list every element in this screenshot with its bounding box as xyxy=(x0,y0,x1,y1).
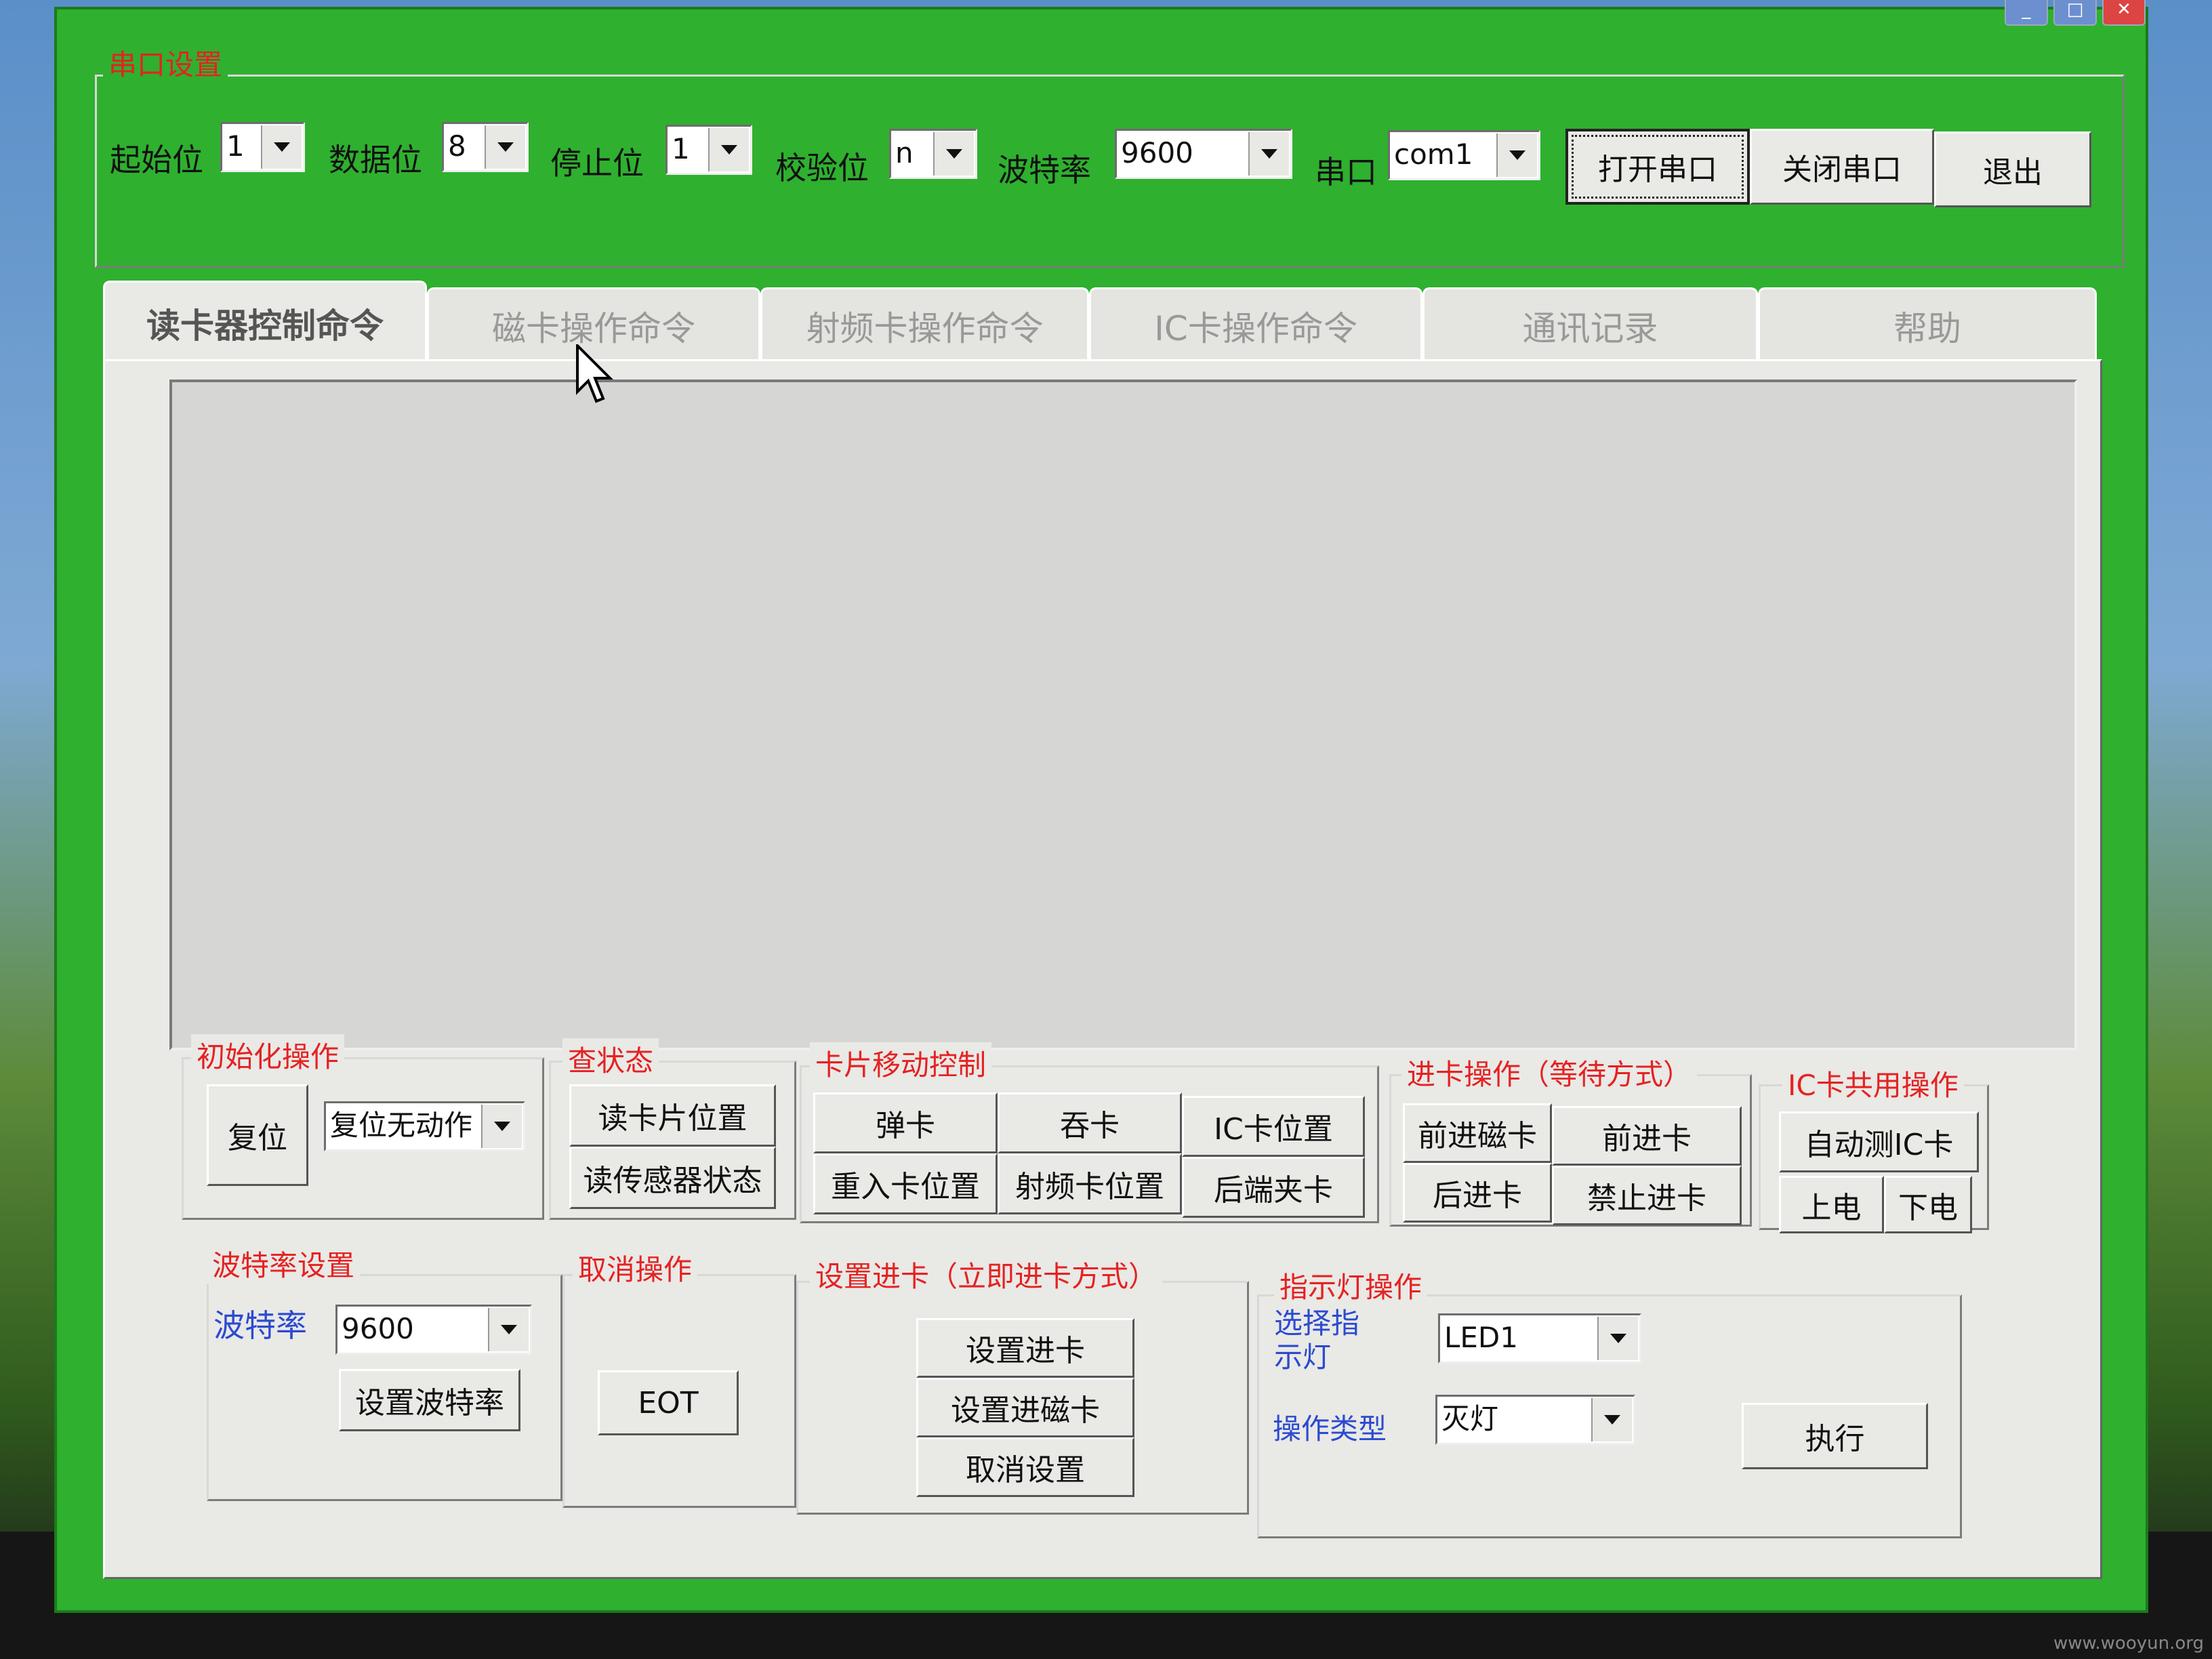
card-insert-legend: 进卡操作（等待方式） xyxy=(1401,1052,1698,1093)
rf-card-position-button[interactable]: 射频卡位置 xyxy=(998,1153,1182,1214)
read-sensor-status-button[interactable]: 读传感器状态 xyxy=(569,1147,776,1209)
led-legend: 指示灯操作 xyxy=(1274,1265,1428,1306)
chevron-down-icon[interactable] xyxy=(1597,1317,1638,1360)
maximize-icon[interactable]: □ xyxy=(2053,0,2097,26)
cancel-legend: 取消操作 xyxy=(573,1247,698,1288)
ic-card-position-button[interactable]: IC卡位置 xyxy=(1182,1096,1365,1157)
port-select[interactable]: com1 xyxy=(1388,130,1540,180)
serial-settings-legend: 串口设置 xyxy=(103,42,228,83)
baud-set-label: 波特率 xyxy=(213,1307,307,1344)
response-display xyxy=(169,380,2077,1050)
chevron-down-icon[interactable] xyxy=(261,125,302,169)
mouse-cursor-icon xyxy=(576,344,613,403)
eot-button[interactable]: EOT xyxy=(598,1370,739,1435)
reset-button[interactable]: 复位 xyxy=(207,1084,308,1186)
close-port-button[interactable]: 关闭串口 xyxy=(1750,129,1934,205)
rear-hold-card-button[interactable]: 后端夹卡 xyxy=(1182,1157,1365,1218)
chevron-down-icon[interactable] xyxy=(933,132,974,176)
ic-common-legend: IC卡共用操作 xyxy=(1782,1063,1964,1104)
parity-select[interactable]: n xyxy=(889,129,977,179)
tab-rf-card[interactable]: 射频卡操作命令 xyxy=(760,287,1089,362)
reset-mode-select[interactable]: 复位无动作 xyxy=(324,1101,525,1151)
chevron-down-icon[interactable] xyxy=(488,1308,529,1351)
read-card-position-button[interactable]: 读卡片位置 xyxy=(569,1084,776,1147)
reinsert-position-button[interactable]: 重入卡位置 xyxy=(813,1153,998,1214)
chevron-down-icon[interactable] xyxy=(1248,132,1289,176)
close-icon[interactable]: ✕ xyxy=(2102,0,2146,26)
card-move-legend: 卡片移动控制 xyxy=(810,1042,992,1084)
baud-set-legend: 波特率设置 xyxy=(207,1243,361,1284)
tab-reader-control[interactable]: 读卡器控制命令 xyxy=(103,281,427,363)
forward-card-button[interactable]: 前进卡 xyxy=(1552,1106,1742,1166)
forward-magnetic-card-button[interactable]: 前进磁卡 xyxy=(1403,1103,1552,1163)
disable-insert-button[interactable]: 禁止进卡 xyxy=(1552,1166,1742,1225)
port-label: 串口 xyxy=(1315,154,1377,190)
set-baud-rate-button[interactable]: 设置波特率 xyxy=(339,1369,520,1431)
chevron-down-icon[interactable] xyxy=(708,128,749,171)
window-controls: _ □ ✕ xyxy=(2005,0,2146,26)
eject-card-button[interactable]: 弹卡 xyxy=(813,1092,998,1153)
chevron-down-icon[interactable] xyxy=(1591,1398,1632,1441)
start-bit-select[interactable]: 1 xyxy=(220,122,305,172)
data-bit-label: 数据位 xyxy=(329,142,422,178)
exit-button[interactable]: 退出 xyxy=(1934,131,2091,207)
baud-set-select[interactable]: 9600 xyxy=(335,1305,532,1355)
baud-rate-select[interactable]: 9600 xyxy=(1115,129,1292,179)
power-on-button[interactable]: 上电 xyxy=(1779,1176,1884,1233)
parity-label: 校验位 xyxy=(775,150,869,186)
select-led-label: 选择指示灯 xyxy=(1274,1307,1360,1374)
execute-button[interactable]: 执行 xyxy=(1742,1403,1928,1469)
open-port-button[interactable]: 打开串口 xyxy=(1565,129,1750,205)
tab-help[interactable]: 帮助 xyxy=(1758,287,2097,362)
start-bit-label: 起始位 xyxy=(110,142,203,178)
status-legend: 查状态 xyxy=(562,1038,659,1080)
chevron-down-icon[interactable] xyxy=(485,125,525,169)
operation-type-label: 操作类型 xyxy=(1273,1412,1387,1446)
watermark: www.wooyun.org xyxy=(2053,1633,2204,1654)
chevron-down-icon[interactable] xyxy=(481,1105,522,1148)
chevron-down-icon[interactable] xyxy=(1496,134,1537,177)
stop-bit-select[interactable]: 1 xyxy=(665,125,752,175)
operation-type-select[interactable]: 灭灯 xyxy=(1435,1395,1635,1445)
baud-rate-label: 波特率 xyxy=(998,152,1091,188)
power-off-button[interactable]: 下电 xyxy=(1884,1176,1972,1233)
set-insert-legend: 设置进卡（立即进卡方式） xyxy=(810,1254,1163,1295)
cancel-setting-button[interactable]: 取消设置 xyxy=(916,1437,1134,1497)
led-select[interactable]: LED1 xyxy=(1438,1313,1641,1364)
set-insert-magnetic-button[interactable]: 设置进磁卡 xyxy=(916,1378,1134,1437)
capture-card-button[interactable]: 吞卡 xyxy=(998,1092,1182,1153)
stop-bit-label: 停止位 xyxy=(550,145,644,182)
init-legend: 初始化操作 xyxy=(191,1034,345,1076)
data-bit-select[interactable]: 8 xyxy=(442,122,529,172)
auto-detect-ic-button[interactable]: 自动测IC卡 xyxy=(1779,1111,1979,1172)
minimize-icon[interactable]: _ xyxy=(2005,0,2048,26)
set-insert-card-button[interactable]: 设置进卡 xyxy=(916,1318,1134,1378)
tab-ic-card[interactable]: IC卡操作命令 xyxy=(1089,287,1422,362)
tab-comm-log[interactable]: 通讯记录 xyxy=(1422,287,1758,362)
rear-insert-card-button[interactable]: 后进卡 xyxy=(1403,1163,1552,1223)
